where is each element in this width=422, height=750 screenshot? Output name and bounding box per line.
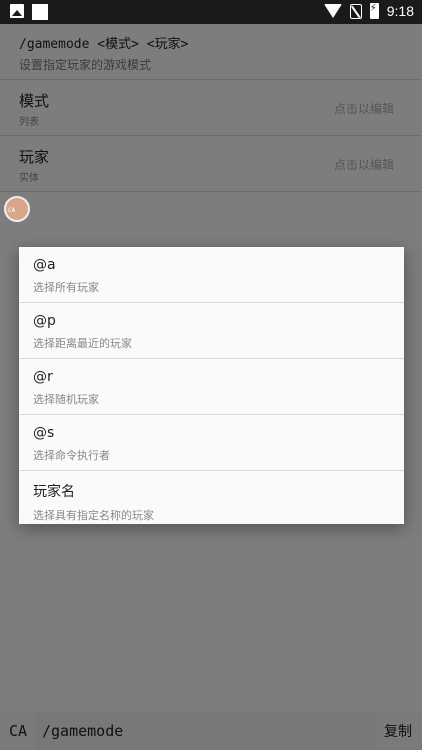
option-self[interactable]: @s 选择命令执行者: [19, 415, 404, 471]
floating-badge-text: CA: [8, 207, 16, 214]
option-label: @a: [33, 257, 56, 273]
floating-ca-button[interactable]: CA: [4, 196, 30, 222]
command-input[interactable]: [36, 712, 374, 750]
no-sim-icon: [349, 3, 362, 19]
option-description: 选择随机玩家: [33, 393, 99, 406]
selector-dialog: @a 选择所有玩家 @p 选择距离最近的玩家 @r 选择随机玩家 @s 选择命令…: [19, 247, 404, 524]
image-icon: [10, 4, 24, 18]
copy-button[interactable]: 复制: [374, 712, 422, 750]
option-description: 选择所有玩家: [33, 281, 99, 294]
status-bar: 9:18: [0, 0, 422, 24]
option-player-name[interactable]: 玩家名 选择具有指定名称的玩家: [19, 471, 404, 527]
option-label: @r: [33, 369, 53, 385]
option-random-player[interactable]: @r 选择随机玩家: [19, 359, 404, 415]
option-nearest-player[interactable]: @p 选择距离最近的玩家: [19, 303, 404, 359]
option-description: 选择具有指定名称的玩家: [33, 509, 154, 522]
option-label: @p: [33, 313, 56, 329]
option-label: @s: [33, 425, 55, 441]
option-all-players[interactable]: @a 选择所有玩家: [19, 247, 404, 303]
wifi-icon: [323, 4, 342, 18]
ca-button[interactable]: CA: [0, 712, 36, 750]
square-icon: [32, 4, 48, 20]
option-description: 选择命令执行者: [33, 449, 110, 462]
status-time: 9:18: [386, 3, 414, 19]
bottom-command-bar: CA 复制: [0, 712, 422, 750]
option-label: 玩家名: [33, 484, 75, 500]
option-description: 选择距离最近的玩家: [33, 337, 132, 350]
battery-charging-icon: [369, 3, 379, 19]
